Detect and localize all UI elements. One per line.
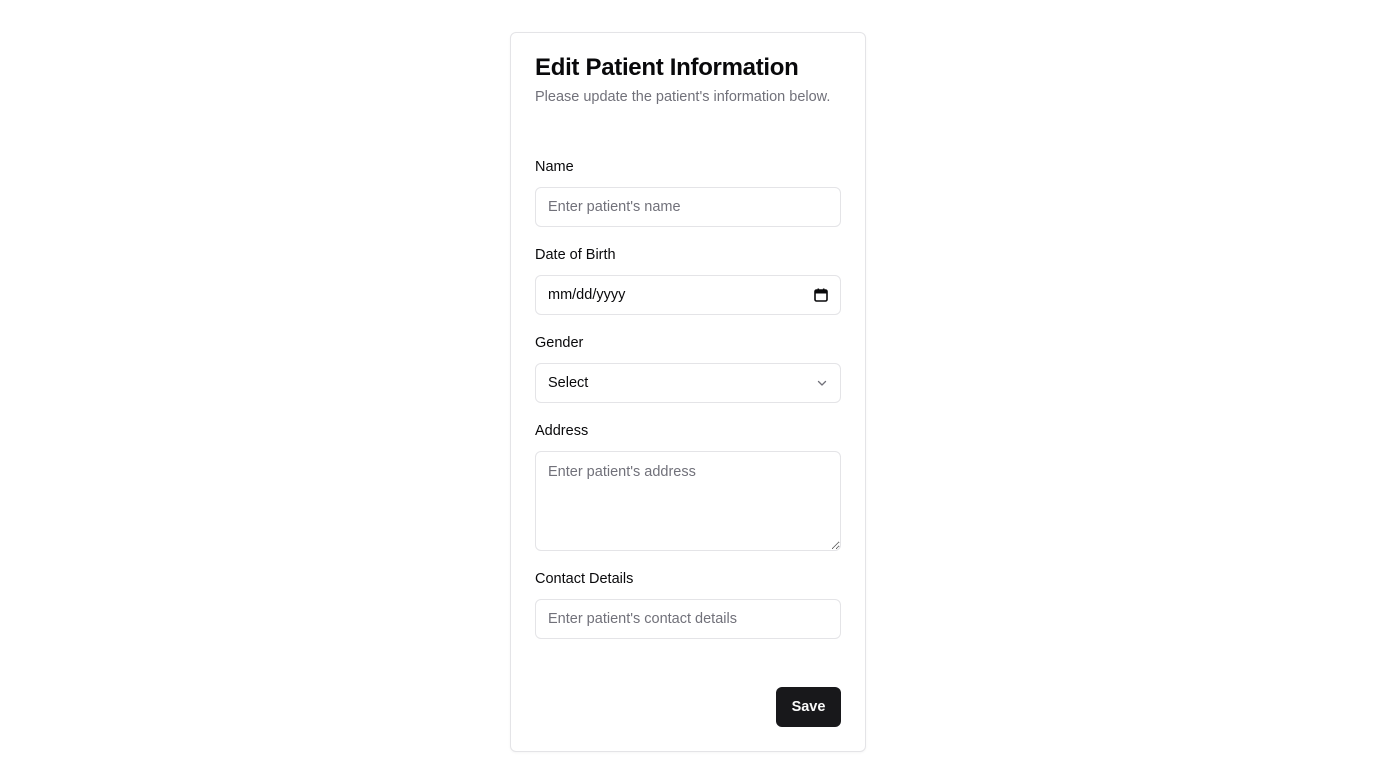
address-textarea[interactable] (535, 451, 841, 551)
address-label: Address (535, 423, 589, 439)
name-label: Name (535, 159, 574, 175)
edit-patient-card: Edit Patient Information Please update t… (510, 32, 866, 752)
contact-input[interactable] (535, 599, 841, 639)
dob-value: mm/dd/yyyy (548, 287, 626, 303)
save-button[interactable]: Save (776, 687, 841, 727)
contact-label: Contact Details (535, 571, 634, 587)
calendar-icon[interactable] (814, 288, 828, 302)
page-subtitle: Please update the patient's information … (535, 89, 831, 105)
page-title: Edit Patient Information (535, 54, 799, 81)
chevron-down-icon (816, 377, 828, 389)
gender-selected-value: Select (548, 375, 589, 391)
gender-label: Gender (535, 335, 584, 351)
gender-select[interactable]: Select (535, 363, 841, 403)
name-input[interactable] (535, 187, 841, 227)
dob-label: Date of Birth (535, 247, 616, 263)
dob-input[interactable]: mm/dd/yyyy (535, 275, 841, 315)
